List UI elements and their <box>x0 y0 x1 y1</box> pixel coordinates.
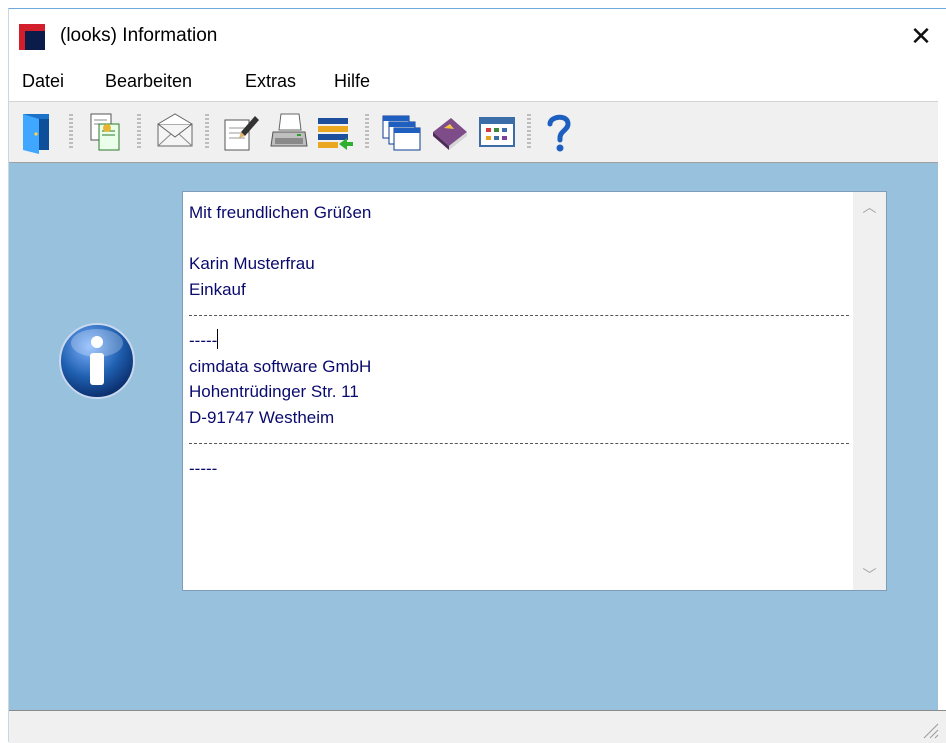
toolbar-separator <box>527 114 531 148</box>
address-book-icon <box>433 118 467 150</box>
memo-line: ----- <box>189 331 218 350</box>
help-button[interactable] <box>539 110 579 154</box>
memo-line: D-91747 Westheim <box>189 407 335 427</box>
calendar-button[interactable] <box>477 110 517 154</box>
memo-dashed-rule <box>189 430 849 444</box>
menu-extras[interactable]: Extras <box>245 71 296 92</box>
address-book-button[interactable] <box>429 110 469 154</box>
memo-line-caret: ----- <box>189 328 849 354</box>
edit-button[interactable] <box>221 110 261 154</box>
client-area: Mit freundlichen Grüßen Karin Musterfrau… <box>9 163 938 710</box>
edit-document-icon <box>224 116 259 151</box>
memo-line: cimdata software GmbH <box>189 356 372 376</box>
copy-documents-icon <box>90 113 120 151</box>
import-button[interactable] <box>315 110 355 154</box>
import-list-icon <box>318 118 353 150</box>
close-button[interactable]: ✕ <box>904 19 938 53</box>
window-title: (looks) Information <box>60 25 218 46</box>
memo-line: Karin Musterfrau <box>189 254 315 273</box>
toolbar-separator <box>205 114 209 148</box>
memo-line: Hohentrüdinger Str. 11 <box>189 382 359 401</box>
title-bar: (looks) Information ✕ <box>9 9 938 63</box>
information-window: (looks) Information ✕ Datei Bearbeiten E… <box>8 8 946 743</box>
toolbar-separator <box>69 114 73 148</box>
app-logo-icon <box>19 24 45 50</box>
scroll-up-button[interactable]: ︿ <box>853 192 886 222</box>
printer-icon <box>270 113 308 147</box>
resize-grip-icon[interactable] <box>921 721 939 739</box>
windows-button[interactable] <box>381 110 421 154</box>
toolbar-separator <box>137 114 141 148</box>
memo-line: ----- <box>189 459 218 478</box>
memo-line: Mit freundlichen Grüßen <box>189 203 372 222</box>
exit-door-icon <box>23 114 49 154</box>
windows-cascade-icon <box>382 115 421 151</box>
menu-hilfe[interactable]: Hilfe <box>334 71 370 92</box>
vertical-scrollbar[interactable]: ︿ ﹀ <box>853 192 886 590</box>
menu-bearbeiten[interactable]: Bearbeiten <box>105 71 192 92</box>
memo-line <box>189 226 849 252</box>
mail-button[interactable] <box>155 110 195 154</box>
memo-dashed-rule <box>189 302 849 316</box>
scroll-down-button[interactable]: ﹀ <box>853 560 886 590</box>
scroll-track[interactable] <box>853 222 886 560</box>
toolbar-separator <box>365 114 369 148</box>
calendar-grid-icon <box>479 117 515 147</box>
memo-textarea[interactable]: Mit freundlichen Grüßen Karin Musterfrau… <box>182 191 887 591</box>
menu-bar: Datei Bearbeiten Extras Hilfe <box>9 65 938 99</box>
help-question-icon <box>547 114 571 152</box>
text-caret <box>217 329 219 349</box>
status-bar <box>9 710 946 743</box>
exit-button[interactable] <box>17 110 57 154</box>
print-button[interactable] <box>269 110 309 154</box>
memo-line: Einkauf <box>189 279 246 299</box>
memo-content: Mit freundlichen Grüßen Karin Musterfrau… <box>189 200 849 482</box>
menu-datei[interactable]: Datei <box>22 71 64 92</box>
copy-button[interactable] <box>85 110 125 154</box>
toolbar <box>9 101 938 163</box>
info-icon <box>59 323 135 399</box>
envelope-icon <box>157 113 193 147</box>
